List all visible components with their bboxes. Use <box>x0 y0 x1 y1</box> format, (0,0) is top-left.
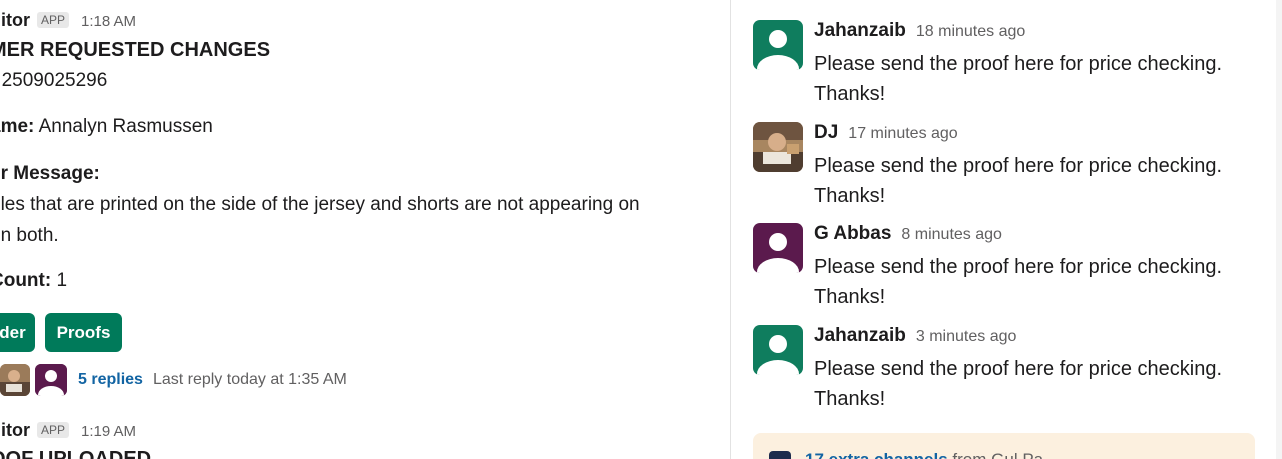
thread-timestamp[interactable]: 3 minutes ago <box>916 328 1017 346</box>
count-line: Count: 1 <box>0 270 67 292</box>
proofs-button[interactable]: Proofs <box>45 313 122 352</box>
sender-name[interactable]: nitor <box>0 10 30 31</box>
thread-message: Jahanzaib 18 minutes ago Please send the… <box>753 20 1273 110</box>
reply-avatar-photo <box>0 364 30 396</box>
customer-name-value: Annalyn Rasmussen <box>38 116 213 137</box>
slack-window: nitor APP 1:18 AM MER REQUESTED CHANGES … <box>0 0 1282 459</box>
reply-avatar-default <box>35 364 67 396</box>
app-badge: APP <box>37 422 70 438</box>
extra-channels-banner[interactable]: 17 extra channels from Gul Pa... <box>753 433 1255 459</box>
thread-message: DJ 17 minutes ago Please send the proof … <box>753 122 1273 212</box>
thread-message: Jahanzaib 3 minutes ago Please send the … <box>753 325 1273 415</box>
app-badge: APP <box>37 12 70 28</box>
banner-rest: from Gul Pa... <box>948 450 1057 459</box>
thread-timestamp[interactable]: 18 minutes ago <box>916 23 1025 41</box>
order-button[interactable]: der <box>0 313 35 352</box>
order-number-line: : 2509025296 <box>0 70 108 92</box>
message-title: MER REQUESTED CHANGES <box>0 39 271 61</box>
thread-message-text: Please send the proof here for price che… <box>814 358 1223 410</box>
thread-sender-name[interactable]: DJ <box>814 122 838 144</box>
thread-sender-name[interactable]: G Abbas <box>814 223 891 245</box>
banner-text: 17 extra channels from Gul Pa... <box>805 450 1057 459</box>
default-user-avatar[interactable] <box>753 325 803 375</box>
channel-icon <box>769 451 791 459</box>
thread-replies-bar[interactable]: 5 replies Last reply today at 1:35 AM <box>0 363 347 397</box>
thread-timestamp[interactable]: 17 minutes ago <box>848 125 957 143</box>
thread-sender-name[interactable]: Jahanzaib <box>814 325 906 347</box>
count-label: Count: <box>0 270 52 291</box>
thread-message-header: DJ 17 minutes ago <box>814 122 958 144</box>
sender-name[interactable]: nitor <box>0 420 30 441</box>
photo-avatar[interactable] <box>753 122 803 172</box>
last-reply-time: Last reply today at 1:35 AM <box>152 371 347 388</box>
thread-message-header: Jahanzaib 3 minutes ago <box>814 325 1016 347</box>
thread-message-header: Jahanzaib 18 minutes ago <box>814 20 1025 42</box>
default-user-avatar[interactable] <box>753 20 803 70</box>
customer-message-line-2: on both. <box>0 225 59 246</box>
scrollbar[interactable] <box>1276 0 1282 459</box>
default-user-avatar[interactable] <box>753 223 803 273</box>
replies-link[interactable]: 5 replies <box>78 371 143 389</box>
customer-message-label: er Message: <box>0 163 100 184</box>
thread-message-text: Please send the proof here for price che… <box>814 256 1223 308</box>
thread-message-text: Please send the proof here for price che… <box>814 53 1223 105</box>
customer-name-line: ame: Annalyn Rasmussen <box>0 116 213 138</box>
thread-pane: Jahanzaib 18 minutes ago Please send the… <box>731 0 1282 459</box>
message-timestamp[interactable]: 1:18 AM <box>81 13 136 30</box>
message-header: nitor APP 1:18 AM <box>0 10 136 31</box>
customer-name-label: ame: <box>0 116 35 137</box>
message-timestamp[interactable]: 1:19 AM <box>81 423 136 440</box>
extra-channels-link[interactable]: 17 extra channels <box>805 450 948 459</box>
count-value: 1 <box>56 270 68 291</box>
thread-message-text: Please send the proof here for price che… <box>814 155 1223 207</box>
thread-timestamp[interactable]: 8 minutes ago <box>901 226 1002 244</box>
message-title-2: OOF UPLOADED <box>0 448 152 459</box>
customer-message-line-1: gles that are printed on the side of the… <box>0 194 640 215</box>
thread-sender-name[interactable]: Jahanzaib <box>814 20 906 42</box>
message-header-2: nitor APP 1:19 AM <box>0 420 136 441</box>
thread-message-header: G Abbas 8 minutes ago <box>814 223 1002 245</box>
thread-message: G Abbas 8 minutes ago Please send the pr… <box>753 223 1273 313</box>
order-number-value: 2509025296 <box>1 70 108 91</box>
channel-pane: nitor APP 1:18 AM MER REQUESTED CHANGES … <box>0 0 730 459</box>
